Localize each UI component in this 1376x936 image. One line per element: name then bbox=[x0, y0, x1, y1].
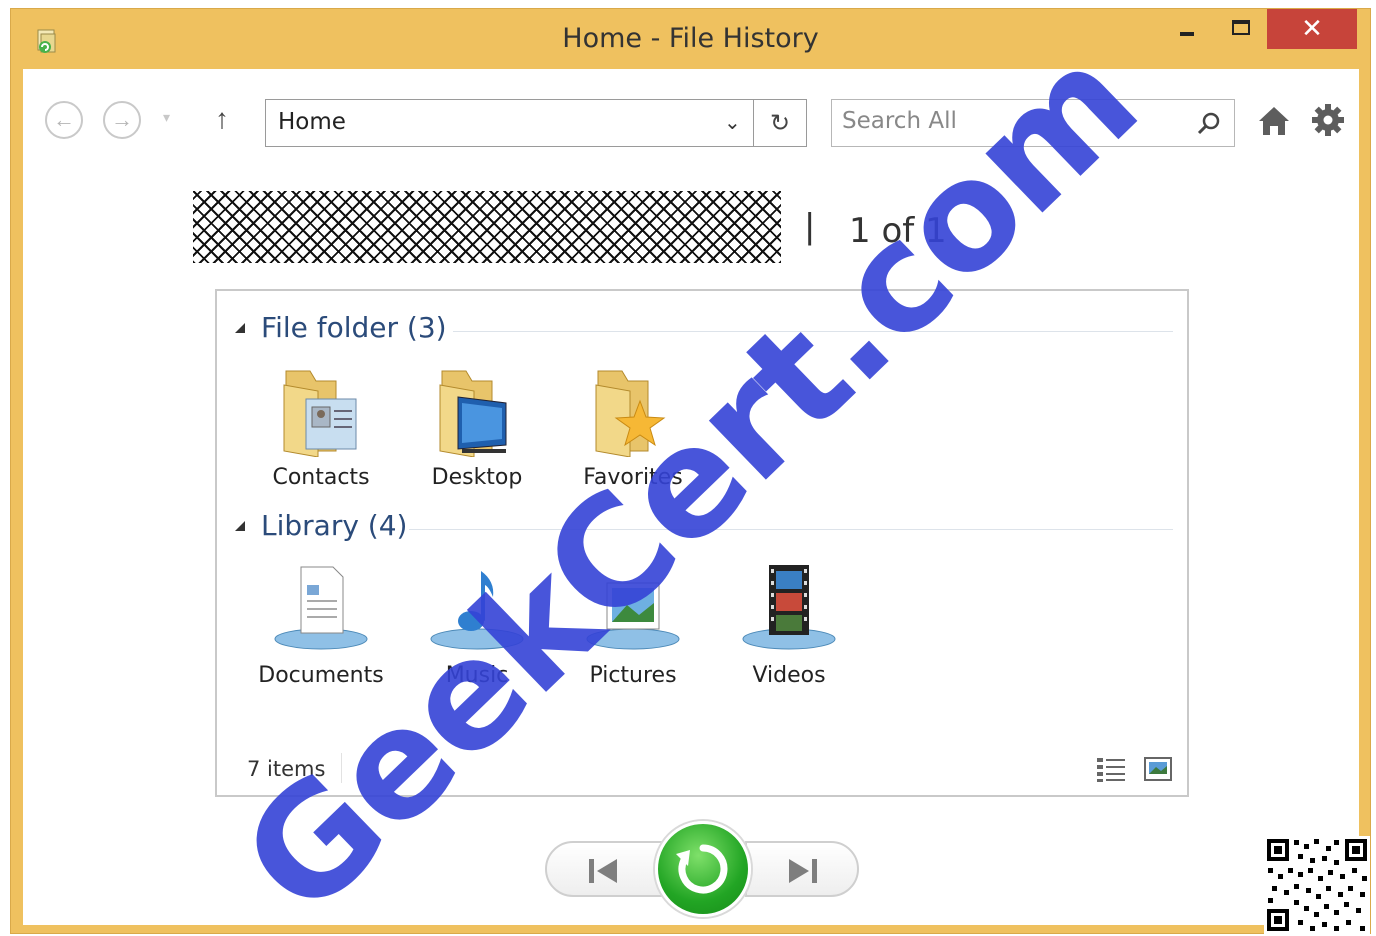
back-arrow-icon: ← bbox=[53, 107, 75, 132]
item-label: Documents bbox=[258, 663, 384, 688]
maximize-icon bbox=[1232, 19, 1250, 35]
item-label: Favorites bbox=[583, 465, 683, 490]
details-view-icon[interactable] bbox=[1095, 755, 1127, 783]
folder-favorites[interactable]: Favorites bbox=[563, 365, 703, 490]
address-dropdown-icon[interactable]: ⌄ bbox=[724, 110, 741, 135]
status-divider bbox=[341, 753, 342, 783]
next-version-button[interactable] bbox=[745, 841, 859, 897]
group-title: File folder (3) bbox=[261, 311, 447, 344]
gear-icon[interactable] bbox=[1311, 103, 1345, 137]
library-videos[interactable]: Videos bbox=[719, 563, 859, 688]
maximize-button[interactable] bbox=[1215, 9, 1267, 49]
close-icon: ✕ bbox=[1301, 14, 1323, 44]
skip-next-icon bbox=[789, 859, 817, 883]
item-label: Videos bbox=[752, 663, 826, 688]
back-button[interactable]: ← bbox=[45, 101, 83, 139]
address-text: Home bbox=[278, 109, 346, 135]
restore-icon bbox=[676, 844, 728, 894]
up-button[interactable]: ↑ bbox=[215, 103, 229, 135]
contacts-folder-icon bbox=[283, 370, 357, 457]
favorites-folder-icon bbox=[595, 370, 666, 457]
group-title: Library (4) bbox=[261, 509, 408, 542]
desktop-folder-icon bbox=[439, 370, 507, 457]
restore-button[interactable] bbox=[655, 821, 751, 917]
minimize-button[interactable] bbox=[1161, 9, 1213, 49]
item-label: Pictures bbox=[589, 663, 677, 688]
group-divider bbox=[453, 331, 1173, 332]
library-pictures[interactable]: Pictures bbox=[563, 563, 703, 688]
previous-version-button[interactable] bbox=[545, 841, 665, 897]
item-count: 7 items bbox=[247, 757, 326, 781]
search-icon[interactable] bbox=[1194, 110, 1222, 138]
skip-previous-icon bbox=[589, 859, 617, 883]
file-history-window: Home - File History ✕ ← → ▾ ↑ Home ⌄ ↻ S… bbox=[10, 8, 1371, 934]
folder-contacts[interactable]: Contacts bbox=[251, 365, 391, 490]
forward-arrow-icon: → bbox=[111, 107, 133, 132]
pictures-library-icon bbox=[586, 582, 680, 650]
collapse-arrow-icon[interactable] bbox=[235, 521, 245, 531]
item-label: Music bbox=[445, 663, 509, 688]
up-arrow-icon: ↑ bbox=[215, 103, 229, 134]
qr-code-icon bbox=[1264, 836, 1370, 934]
page-separator: | bbox=[805, 205, 815, 246]
music-library-icon bbox=[430, 571, 524, 650]
search-box[interactable] bbox=[831, 99, 1235, 147]
forward-button[interactable]: → bbox=[103, 101, 141, 139]
item-label: Contacts bbox=[272, 465, 370, 490]
address-bar[interactable]: Home ⌄ ↻ bbox=[265, 99, 807, 147]
documents-library-icon bbox=[274, 566, 368, 650]
search-input[interactable] bbox=[842, 108, 1182, 134]
backup-date-redacted bbox=[193, 191, 781, 263]
file-list-panel: File folder (3) Contacts Desktop Favorit… bbox=[215, 289, 1189, 797]
refresh-button[interactable]: ↻ bbox=[754, 100, 806, 146]
collapse-arrow-icon[interactable] bbox=[235, 323, 245, 333]
item-label: Desktop bbox=[431, 465, 523, 490]
title-bar[interactable]: Home - File History ✕ bbox=[11, 9, 1370, 71]
client-area: ← → ▾ ↑ Home ⌄ ↻ Search All | 1 of 1 Fil… bbox=[23, 69, 1359, 925]
recent-locations-dropdown[interactable]: ▾ bbox=[163, 109, 170, 126]
close-button[interactable]: ✕ bbox=[1267, 9, 1357, 49]
minimize-icon bbox=[1180, 32, 1194, 36]
library-documents[interactable]: Documents bbox=[251, 563, 391, 688]
refresh-icon: ↻ bbox=[769, 109, 791, 137]
videos-library-icon bbox=[742, 565, 836, 650]
folder-desktop[interactable]: Desktop bbox=[407, 365, 547, 490]
large-icons-view-icon[interactable] bbox=[1143, 755, 1173, 783]
backup-page-count: 1 of 1 bbox=[849, 211, 947, 251]
home-icon[interactable] bbox=[1257, 105, 1291, 137]
library-music[interactable]: Music bbox=[407, 563, 547, 688]
group-divider bbox=[409, 529, 1173, 530]
